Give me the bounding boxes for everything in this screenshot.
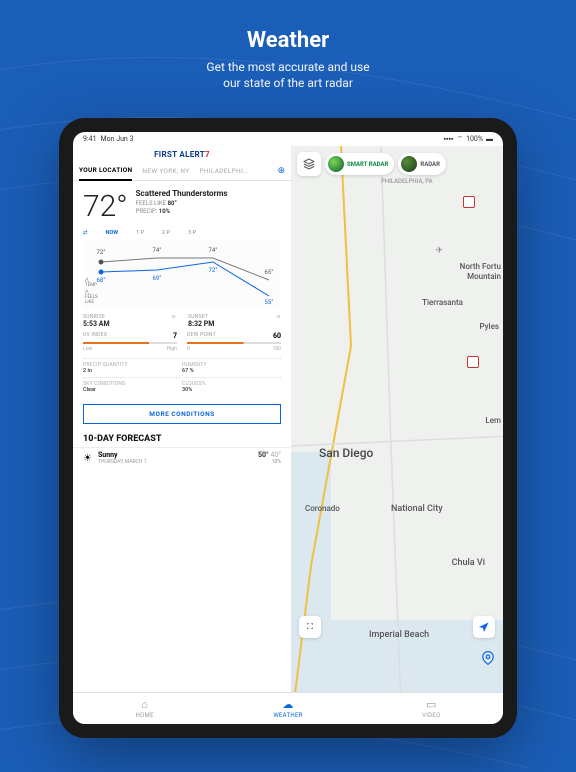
sunrise-icon: ☼	[171, 314, 176, 328]
chart-temp-now: 72°	[97, 249, 106, 256]
map-background	[291, 146, 503, 692]
sunset-time: 8:32 PM	[188, 320, 276, 328]
weather-panel: FIRST ALERT7 YOUR LOCATION NEW YORK, NY …	[73, 146, 291, 692]
hourly-chart[interactable]: 72° 74° 74° 65° 68° 69° 72° 55° ⋀TEMP⋀FE…	[83, 240, 281, 308]
map-label-coronado: Coronado	[305, 504, 340, 513]
highway-shield-icon	[463, 196, 475, 208]
nav-weather[interactable]: ☁ WEATHER	[216, 693, 359, 724]
svg-text:69°: 69°	[153, 275, 162, 282]
signal-icon: ▪▪▪▪	[444, 135, 454, 143]
my-location-button[interactable]	[473, 616, 495, 638]
radar-button[interactable]: RADAR	[398, 153, 446, 175]
svg-text:65°: 65°	[265, 269, 274, 276]
sun-times: SUNRISE 5:53 AM ☼ SUNSET 8:32 PM ☼	[73, 308, 291, 330]
dew-point: DEW POINT60 0100	[187, 332, 281, 352]
hour-2p: 2 P	[162, 230, 170, 236]
hero-subtitle: Get the most accurate and useour state o…	[0, 59, 576, 91]
svg-text:74°: 74°	[153, 247, 162, 254]
nav-video[interactable]: ▭ VIDEO	[360, 693, 503, 724]
home-icon: ⌂	[141, 698, 148, 711]
forecast-header: 10-DAY FORECAST	[73, 428, 291, 447]
highway-shield-icon	[467, 356, 479, 368]
layers-button[interactable]	[297, 152, 321, 176]
map-label-tierrasanta: Tierrasanta	[422, 298, 463, 307]
bottom-nav: ⌂ HOME ☁ WEATHER ▭ VIDEO	[73, 692, 503, 724]
hour-now: NOW	[106, 230, 119, 236]
sunset-icon: ☼	[276, 314, 281, 328]
map-label-san-diego: San Diego	[319, 446, 373, 460]
more-conditions-button[interactable]: MORE CONDITIONS	[83, 404, 281, 424]
cloud-icon: ☁	[282, 698, 293, 711]
screen: 9:41 Mon Jun 3 ▪▪▪▪ ⌔ 100% ▬ FIRST ALERT…	[73, 132, 503, 724]
map-label-north-fortuna: North Fortu	[460, 262, 501, 271]
svg-text:72°: 72°	[209, 267, 218, 274]
location-pin-icon	[481, 651, 495, 668]
precip-chance: PRECIP: 10%	[136, 208, 281, 215]
globe-icon	[328, 156, 344, 172]
globe-icon	[401, 156, 417, 172]
airport-icon: ✈	[435, 246, 443, 256]
feels-like: FEELS LIKE 80°	[136, 200, 281, 207]
sunrise-time: 5:53 AM	[83, 320, 171, 328]
location-tabs: YOUR LOCATION NEW YORK, NY PHILADELPHI… …	[73, 161, 291, 181]
map-panel[interactable]: PHILADELPHIA, PA ✈ North Fortu Mountain …	[291, 146, 503, 692]
current-temp: 72°	[83, 189, 128, 224]
map-label-philadelphia: PHILADELPHIA, PA	[381, 178, 433, 185]
hour-1p: 1 P	[136, 230, 144, 236]
status-time: 9:41	[83, 135, 97, 143]
tablet-frame: 9:41 Mon Jun 3 ▪▪▪▪ ⌔ 100% ▬ FIRST ALERT…	[59, 118, 517, 738]
smart-radar-button[interactable]: SMART RADAR	[325, 153, 394, 175]
battery-icon: ▬	[486, 135, 493, 143]
battery-pct: 100%	[466, 135, 483, 143]
map-label-national-city: National City	[391, 504, 443, 514]
svg-text:55°: 55°	[265, 299, 274, 306]
hour-3p: 3 P	[188, 230, 196, 236]
map-label-imperial-beach: Imperial Beach	[369, 630, 429, 640]
map-label-chula-vista: Chula Vi	[452, 558, 485, 568]
status-date: Mon Jun 3	[101, 135, 134, 143]
add-location-button[interactable]: ⊕	[277, 166, 285, 176]
nav-home[interactable]: ⌂ HOME	[73, 693, 216, 724]
svg-text:68°: 68°	[97, 277, 106, 284]
sun-icon: ☀	[83, 453, 92, 464]
status-bar: 9:41 Mon Jun 3 ▪▪▪▪ ⌔ 100% ▬	[73, 132, 503, 146]
map-label-pyles: Pyles	[479, 322, 499, 331]
chart-legend: ⋀TEMP⋀FEELSLIKE	[85, 279, 98, 306]
brand-logo: FIRST ALERT7	[73, 146, 291, 161]
forecast-row[interactable]: ☀ Sunny THURSDAY, MARCH 1 50° 40° 10%	[73, 447, 291, 468]
tab-your-location[interactable]: YOUR LOCATION	[79, 161, 132, 181]
details-grid: PRECIP QUANTITY2 in HUMIDITY67 % SKY CON…	[73, 354, 291, 400]
tab-new-york[interactable]: NEW YORK, NY	[142, 162, 189, 180]
svg-text:74°: 74°	[209, 247, 218, 254]
tab-philadelphia[interactable]: PHILADELPHI…	[199, 162, 247, 180]
video-icon: ▭	[426, 698, 437, 711]
swap-icon[interactable]: ⇄	[83, 230, 88, 236]
map-label-lem: Lem	[485, 416, 501, 425]
current-conditions: 72° Scattered Thunderstorms FEELS LIKE 8…	[73, 181, 291, 228]
hourly-header: ⇄ NOW 1 P 2 P 3 P	[73, 228, 291, 238]
fullscreen-button[interactable]: ⛶	[299, 616, 321, 638]
wifi-icon: ⌔	[456, 135, 463, 144]
map-label-mountain: Mountain	[467, 272, 501, 281]
uv-index: UV INDEX7 LowHigh	[83, 332, 177, 352]
condition-text: Scattered Thunderstorms	[136, 189, 281, 198]
